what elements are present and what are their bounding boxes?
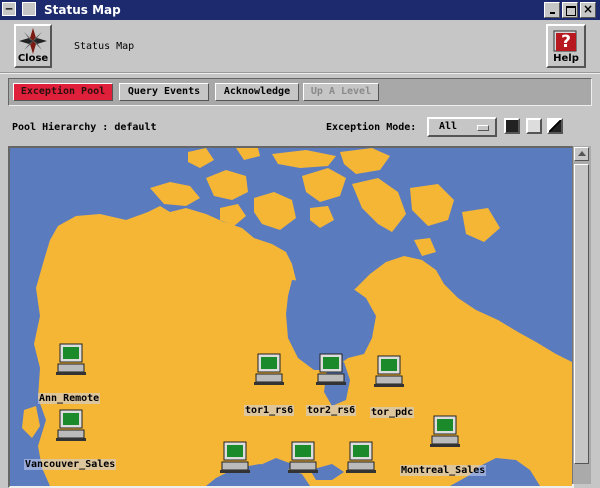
pool-hierarchy-label: Pool Hierarchy : default [12, 122, 157, 133]
canada-map [22, 148, 572, 486]
tab-query-events[interactable]: Query Events [119, 83, 209, 101]
node-label-tor2-rs6: tor2_rs6 [306, 398, 357, 417]
node-label-ann-remote: Ann_Remote [38, 386, 101, 405]
dropdown-arrow-icon [477, 125, 489, 131]
help-book-icon: ? [553, 30, 577, 52]
tab-up-a-level[interactable]: Up A Level [303, 83, 379, 101]
action-tab-bar: Exception Pool Query Events Acknowledge … [8, 78, 592, 106]
computer-icon [288, 441, 318, 473]
node-label-montreal-sales: Montreal_Sales [400, 458, 487, 477]
exception-mode-value: All [439, 121, 458, 132]
help-button[interactable]: ? Help [546, 24, 586, 68]
svg-text:?: ? [561, 32, 571, 52]
title-bar[interactable]: – Status Map × [0, 0, 600, 20]
computer-icon [220, 441, 250, 473]
node-name: tor2_rs6 [306, 405, 357, 416]
node-label-vancouver-sales: Vancouver_Sales [24, 452, 117, 471]
close-window-button[interactable]: × [580, 2, 596, 18]
computer-icon [374, 355, 404, 387]
help-label: Help [553, 53, 579, 64]
exception-mode-label: Exception Mode: [326, 122, 417, 133]
node-label-tor1-rs6: tor1_rs6 [244, 398, 295, 417]
node-name: tor1_rs6 [244, 405, 295, 416]
window-menu-icon[interactable]: – [2, 2, 16, 16]
maximize-button[interactable] [562, 2, 578, 18]
computer-icon [316, 353, 346, 385]
computer-icon [254, 353, 284, 385]
node-label-tor-pdc: tor_pdc [370, 400, 415, 419]
minimize-button[interactable] [544, 2, 560, 18]
computer-icon [346, 441, 376, 473]
computer-icon [56, 343, 86, 375]
light-mode-toggle[interactable] [526, 118, 542, 134]
computer-icon [56, 409, 86, 441]
node-name: Vancouver_Sales [24, 459, 117, 470]
exception-mode-select[interactable]: All [427, 117, 497, 137]
node-name: tor_pdc [370, 407, 415, 418]
map-viewport[interactable]: Ann_Remote Vancouver_Sales tor1_rs6 tor2… [8, 146, 574, 488]
vertical-scrollbar[interactable] [572, 146, 591, 484]
dark-mode-toggle[interactable] [504, 118, 520, 134]
tab-acknowledge[interactable]: Acknowledge [215, 83, 299, 101]
scroll-thumb[interactable] [574, 164, 589, 464]
scroll-up-button[interactable] [574, 147, 589, 161]
status-map-label: Status Map [74, 41, 135, 52]
computer-icon [430, 415, 460, 447]
compass-icon [19, 28, 47, 54]
close-label: Close [17, 53, 49, 64]
tab-exception-pool[interactable]: Exception Pool [13, 83, 113, 101]
node-name: Montreal_Sales [400, 465, 487, 476]
window-pin-icon[interactable] [22, 2, 36, 16]
window-title: Status Map [44, 3, 121, 17]
status-map-window: – Status Map × Close Status Map ? Help E… [0, 0, 600, 488]
close-button[interactable]: Close [14, 24, 52, 68]
split-mode-toggle[interactable] [547, 118, 563, 134]
node-name: Ann_Remote [38, 393, 101, 404]
